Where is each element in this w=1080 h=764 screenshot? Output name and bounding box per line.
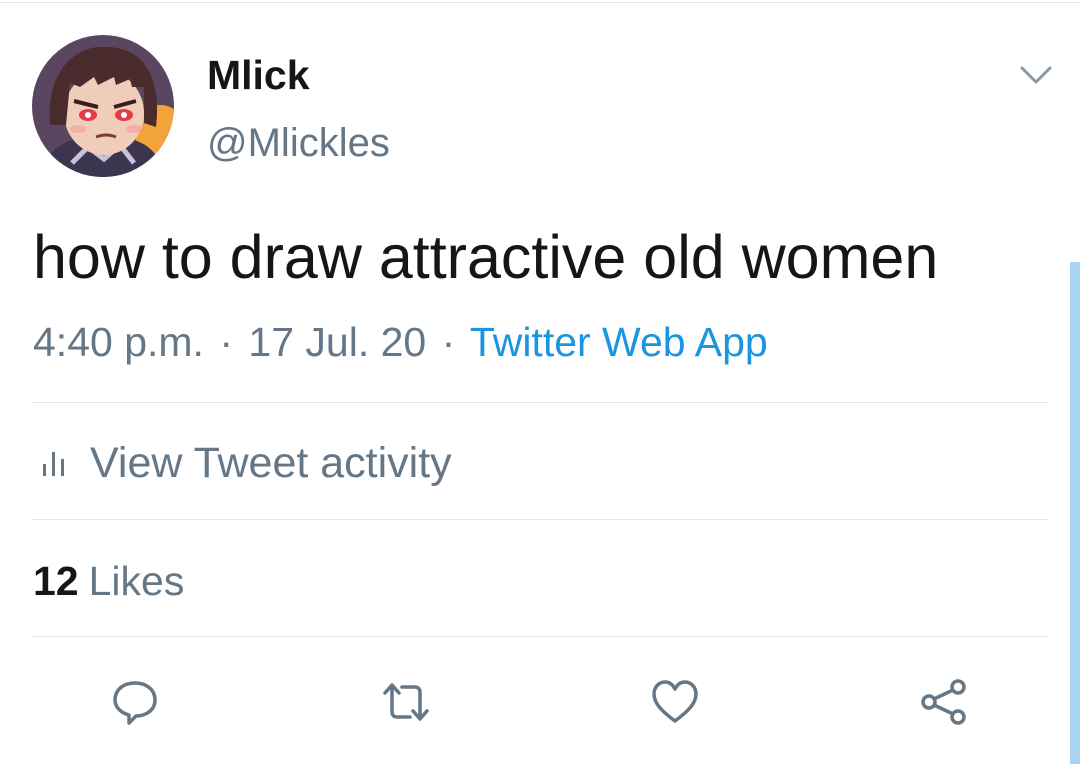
avatar[interactable] <box>32 35 174 177</box>
share-icon <box>921 679 966 725</box>
likes-stat[interactable]: 12 Likes <box>33 556 184 606</box>
bar-chart-icon <box>43 452 64 476</box>
meta-separator: · <box>219 319 233 365</box>
divider <box>32 636 1048 637</box>
like-button[interactable] <box>647 674 703 730</box>
share-button[interactable] <box>916 674 972 730</box>
scrollbar[interactable] <box>1070 262 1080 764</box>
user-handle[interactable]: @Mlickles <box>207 120 390 166</box>
avatar-illustration <box>32 35 174 177</box>
tweet-text: how to draw attractive old women <box>33 223 939 291</box>
likes-count: 12 <box>33 558 79 604</box>
tweet-date: 17 Jul. 20 <box>248 319 427 365</box>
reply-button[interactable] <box>107 674 163 730</box>
heart-icon <box>652 680 698 723</box>
chevron-down-icon <box>1020 66 1052 84</box>
view-tweet-activity-label: View Tweet activity <box>90 439 452 487</box>
meta-separator: · <box>441 319 456 365</box>
tweet-source-link[interactable]: Twitter Web App <box>470 319 768 365</box>
tweet-time: 4:40 p.m. <box>33 319 204 365</box>
view-tweet-activity-link[interactable]: View Tweet activity <box>40 437 452 489</box>
reply-bubble-icon <box>113 681 157 725</box>
retweet-icon <box>383 683 429 721</box>
display-name[interactable]: Mlick <box>207 52 310 98</box>
tweet-meta: 4:40 p.m. · 17 Jul. 20 · Twitter Web App <box>33 318 768 366</box>
retweet-button[interactable] <box>378 674 434 730</box>
divider <box>32 519 1048 520</box>
likes-label: Likes <box>88 558 185 604</box>
tweet-menu-button[interactable] <box>1016 60 1056 90</box>
top-divider <box>0 2 1080 3</box>
divider <box>32 402 1048 403</box>
